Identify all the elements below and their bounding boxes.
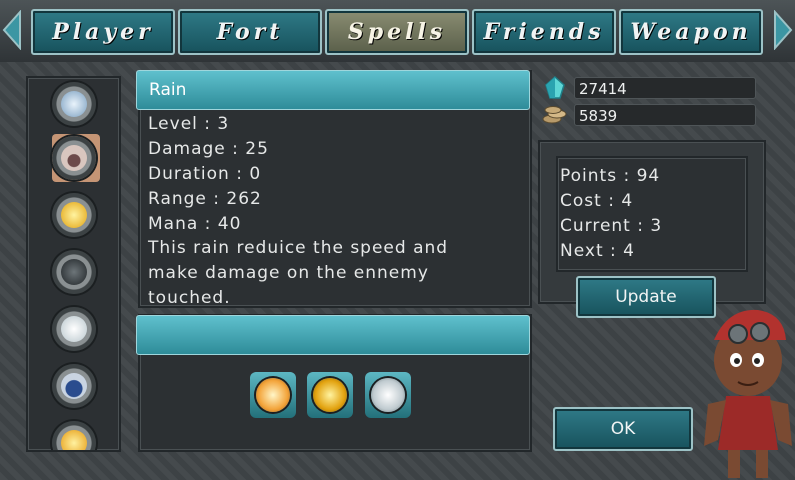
crystal-resource: 27414 [542,75,762,101]
spell-duration: Duration : 0 [148,164,262,184]
stat-current: Current : 3 [560,216,663,236]
equipped-bar [136,315,530,355]
fire-orb-icon [256,378,290,412]
update-button[interactable]: Update [576,276,716,318]
tab-weapon[interactable]: Weapon [619,9,763,55]
spell-range: Range : 262 [148,189,262,209]
spell-list [26,76,121,452]
tab-spells[interactable]: Spells [325,9,469,55]
ok-button[interactable]: OK [553,407,693,451]
tab-bar: Player Fort Spells Friends Weapon [0,0,795,62]
rock-icon[interactable] [52,250,96,294]
lightning-orb-icon [313,378,347,412]
fire-icon[interactable] [52,421,96,450]
spell-name: Rain [149,80,187,100]
goblin-character-icon [704,309,792,478]
coin-resource: 5839 [542,104,762,128]
lightning-icon[interactable] [52,193,96,237]
rain-drop-icon[interactable] [52,136,96,180]
spell-level: Level : 3 [148,114,230,134]
stat-points: Points : 94 [560,166,661,186]
coin-count: 5839 [574,104,756,126]
slot-lightning-orb[interactable] [307,372,353,418]
spell-description: This rain reduice the speed and make dam… [148,238,449,308]
spell-damage: Damage : 25 [148,139,269,159]
stat-next: Next : 4 [560,241,635,261]
stat-cost: Cost : 4 [560,191,634,211]
slot-fire-orb[interactable] [250,372,296,418]
tab-friends[interactable]: Friends [472,9,616,55]
coins-icon [542,106,567,124]
ice-orb-icon [371,378,405,412]
water-icon[interactable] [52,364,96,408]
tab-player[interactable]: Player [31,9,175,55]
arrow-left-icon[interactable] [2,10,24,50]
arrow-right-icon[interactable] [771,10,793,50]
tab-fort[interactable]: Fort [178,9,322,55]
crystal-icon [545,75,565,99]
slot-ice-orb[interactable] [365,372,411,418]
frost-orb-icon[interactable] [52,82,96,126]
ice-icon[interactable] [52,307,96,351]
spell-title-bar: Rain [136,70,530,110]
spell-mana: Mana : 40 [148,214,242,234]
crystal-count: 27414 [574,77,756,99]
